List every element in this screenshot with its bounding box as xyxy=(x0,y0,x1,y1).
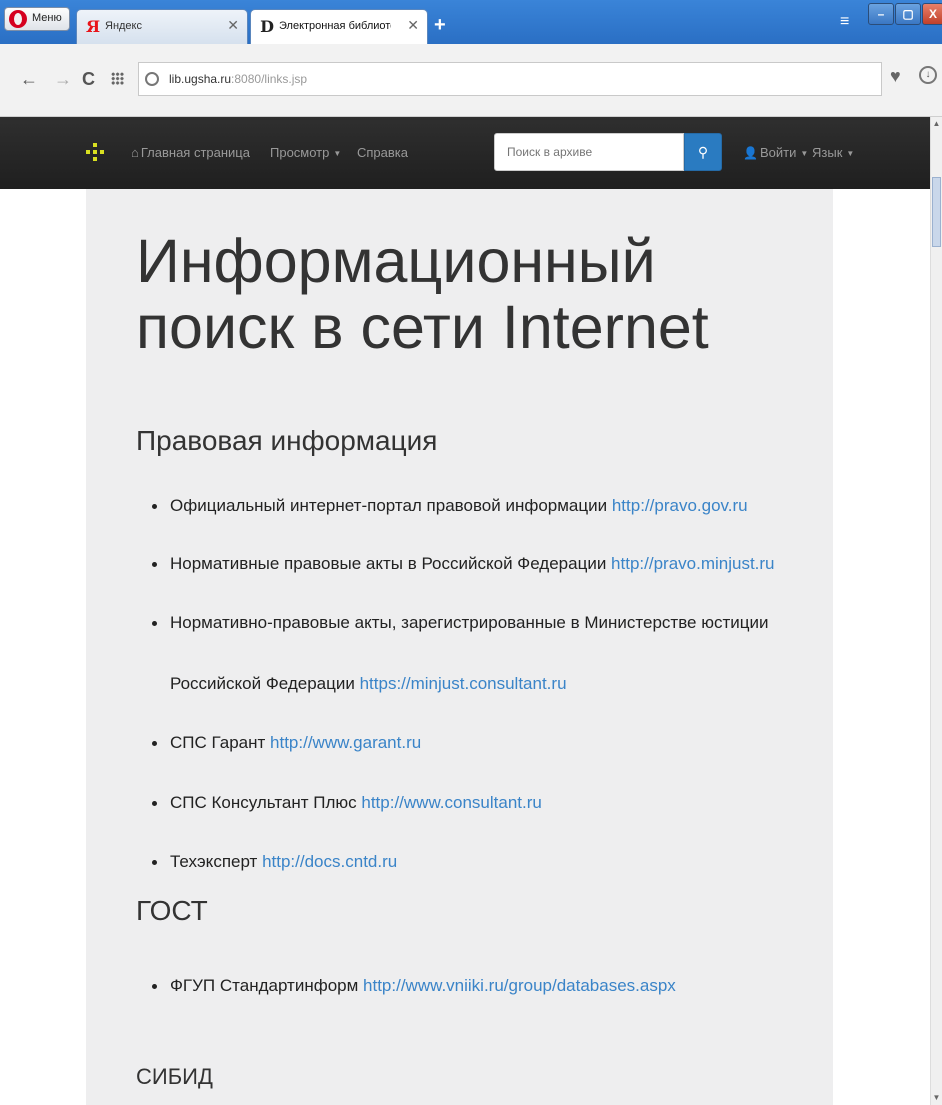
nav-login-dropdown[interactable]: 👤 Войти ▼ xyxy=(743,145,808,160)
opera-menu-label: Меню xyxy=(32,12,62,24)
nav-help-link[interactable]: Справка xyxy=(357,145,408,160)
tab-menu-icon[interactable]: ≡ xyxy=(840,13,849,31)
site-logo-icon[interactable] xyxy=(86,143,104,163)
list-item: Нормативно-правовые акты, зарегистрирова… xyxy=(151,612,769,634)
download-icon[interactable]: ↓ xyxy=(919,66,937,84)
list-item-continuation: Российской Федерации https://minjust.con… xyxy=(170,673,567,695)
list-item: ФГУП Стандартинформ http://www.vniiki.ru… xyxy=(152,975,676,997)
list-item-text: Нормативно-правовые акты, зарегистрирова… xyxy=(170,613,769,632)
url-field[interactable]: lib.ugsha.ru:8080/links.jsp xyxy=(138,62,882,96)
link-consultant[interactable]: http://www.consultant.ru xyxy=(361,793,541,812)
tab-yandex[interactable]: Я Яндекс ✕ xyxy=(76,9,248,44)
section-heading-legal: Правовая информация xyxy=(136,425,438,456)
link-pravo-gov[interactable]: http://pravo.gov.ru xyxy=(612,496,748,515)
page-viewport: ⌂Главная страница Просмотр▼ Справка ⚲ 👤В… xyxy=(0,117,930,1105)
nav-login-label: Войти xyxy=(759,145,797,160)
tab-close-icon[interactable]: ✕ xyxy=(227,17,239,34)
list-item-text: ФГУП Стандартинформ xyxy=(170,976,364,995)
list-item: Официальный интернет-портал правовой инф… xyxy=(152,495,748,517)
tab-close-icon[interactable]: ✕ xyxy=(407,17,419,34)
list-item-text: СПС Гарант xyxy=(170,733,271,752)
tab-label: Электронная библиотека У xyxy=(279,20,391,32)
nav-browse-label: Просмотр xyxy=(270,145,330,160)
yandex-favicon-icon: Я xyxy=(85,17,101,36)
caret-down-icon: ▼ xyxy=(333,149,342,159)
caret-down-icon: ▼ xyxy=(846,149,855,159)
link-minjust-consultant[interactable]: https://minjust.consultant.ru xyxy=(360,674,567,693)
speed-dial-icon[interactable] xyxy=(111,72,124,85)
user-icon: 👤 xyxy=(743,146,758,160)
scroll-down-icon[interactable]: ▼ xyxy=(931,1091,942,1105)
list-item-text: Нормативные правовые акты в Российской Ф… xyxy=(170,554,612,573)
page-title: Информационный поиск в сети Internet xyxy=(136,227,709,361)
site-info-icon[interactable] xyxy=(145,72,159,86)
link-cntd[interactable]: http://docs.cntd.ru xyxy=(262,852,397,871)
site-navbar: ⌂Главная страница Просмотр▼ Справка ⚲ 👤В… xyxy=(0,117,930,189)
scroll-up-icon[interactable]: ▲ xyxy=(931,117,942,131)
window-maximize-button[interactable]: ▢ xyxy=(895,3,921,25)
nav-browse-dropdown[interactable]: Просмотр ▼ xyxy=(270,145,341,160)
list-item-text: Техэксперт xyxy=(170,852,263,871)
list-item: СПС Гарант http://www.garant.ru xyxy=(151,732,421,754)
back-arrow-icon[interactable]: ← xyxy=(20,70,38,88)
url-path: :8080/links.jsp xyxy=(231,72,308,86)
list-item-text: Российской Федерации xyxy=(170,674,360,693)
page-scrollbar[interactable]: ▲ ▼ xyxy=(930,117,942,1105)
list-item: Нормативные правовые акты в Российской Ф… xyxy=(152,553,775,575)
caret-down-icon: ▼ xyxy=(800,149,809,159)
nav-home-link[interactable]: ⌂ Главная страница xyxy=(131,145,250,160)
tab-label: Яндекс xyxy=(105,20,142,32)
list-item: Техэксперт http://docs.cntd.ru xyxy=(151,851,397,873)
url-host: lib.ugsha.ru xyxy=(169,72,232,86)
opera-logo-icon xyxy=(9,10,27,28)
nav-home-label: Главная страница xyxy=(140,145,250,160)
url-text: lib.ugsha.ru:8080/links.jsp xyxy=(169,72,307,86)
list-item: СПС Консультант Плюс http://www.consulta… xyxy=(152,792,542,814)
section-heading-sibid: СИБИД xyxy=(136,1064,213,1089)
browser-tab-strip: Меню Я Яндекс ✕ D Электронная библиотека… xyxy=(0,0,942,44)
link-vniiki[interactable]: http://www.vniiki.ru/group/databases.asp… xyxy=(363,976,676,995)
home-icon: ⌂ xyxy=(131,145,139,160)
tab-library[interactable]: D Электронная библиотека У ✕ xyxy=(250,9,428,44)
archive-search-input[interactable] xyxy=(494,133,684,171)
list-item-text: СПС Консультант Плюс xyxy=(170,793,362,812)
address-bar: ← → C lib.ugsha.ru:8080/links.jsp ♥ ↓ xyxy=(0,44,942,117)
search-button[interactable]: ⚲ xyxy=(684,133,722,171)
opera-menu-button[interactable]: Меню xyxy=(4,7,70,31)
section-heading-gost: ГОСТ xyxy=(136,895,208,926)
dspace-favicon-icon: D xyxy=(260,17,274,36)
forward-arrow-icon[interactable]: → xyxy=(54,70,72,88)
link-pravo-minjust[interactable]: http://pravo.minjust.ru xyxy=(611,554,774,573)
nav-language-label: Язык xyxy=(812,145,843,160)
scroll-thumb[interactable] xyxy=(932,177,941,247)
heart-icon[interactable]: ♥ xyxy=(890,66,901,87)
nav-language-dropdown[interactable]: Язык ▼ xyxy=(812,145,854,160)
search-icon: ⚲ xyxy=(697,144,709,160)
list-item-text: Официальный интернет-портал правовой инф… xyxy=(170,496,612,515)
new-tab-button[interactable]: + xyxy=(434,15,446,35)
reload-icon[interactable]: C xyxy=(82,70,95,88)
link-garant[interactable]: http://www.garant.ru xyxy=(270,733,421,752)
window-close-button[interactable]: X xyxy=(922,3,942,25)
window-minimize-button[interactable]: – xyxy=(868,3,894,25)
